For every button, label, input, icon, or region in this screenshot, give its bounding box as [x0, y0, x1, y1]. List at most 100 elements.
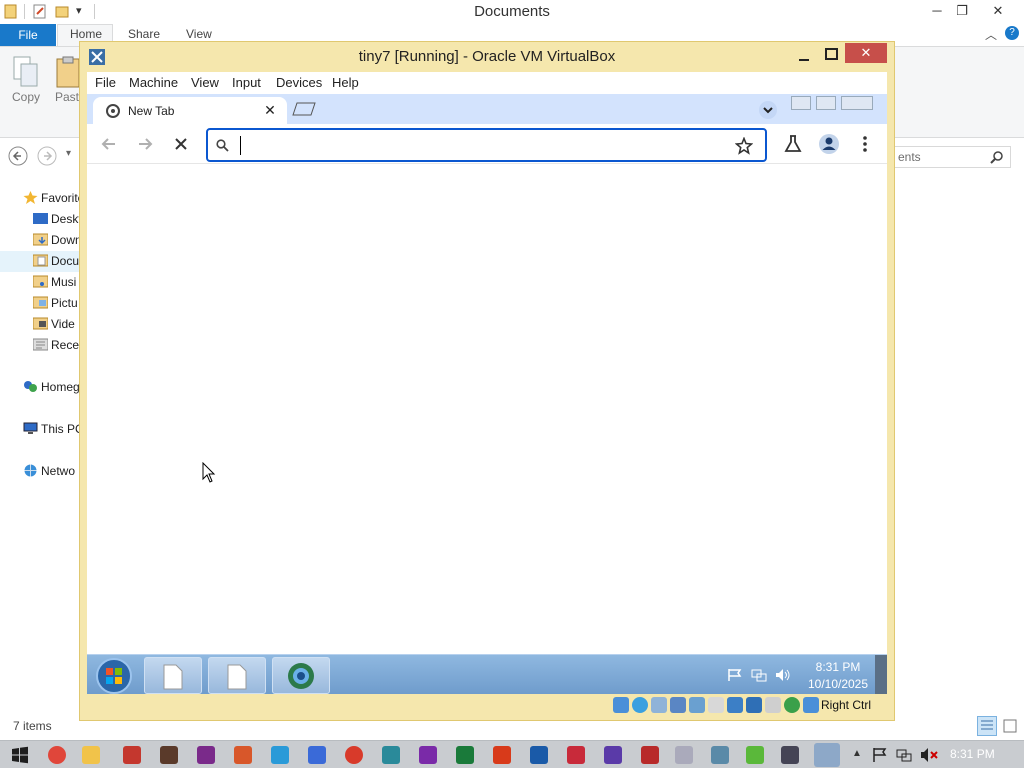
tab-view[interactable]: View	[186, 27, 212, 41]
app-taskbar-icon-4[interactable]	[308, 746, 326, 764]
hard-disk-icon[interactable]	[613, 697, 629, 713]
usb-icon[interactable]	[689, 697, 705, 713]
virtualbox-taskbar-icon[interactable]	[814, 743, 840, 767]
app-taskbar-icon-7[interactable]	[711, 746, 729, 764]
labs-flask-icon[interactable]	[782, 133, 804, 155]
guest-minimize-button[interactable]	[791, 96, 811, 110]
action-center-flag-icon[interactable]	[727, 668, 743, 682]
nav-item-videos[interactable]: Vide	[33, 314, 75, 335]
back-icon[interactable]	[8, 146, 28, 166]
guest-taskbar-item-document[interactable]	[144, 657, 202, 694]
guest-clock-date[interactable]: 10/10/2025	[803, 677, 873, 691]
browser-forward-icon[interactable]	[134, 133, 156, 155]
browser-menu-icon[interactable]	[854, 133, 876, 155]
app-taskbar-icon-8[interactable]	[746, 746, 764, 764]
app-taskbar-icon-5[interactable]	[493, 746, 511, 764]
large-icons-view-icon[interactable]	[1000, 716, 1020, 736]
show-desktop-button[interactable]	[875, 655, 887, 694]
search-icon[interactable]	[990, 150, 1004, 164]
tab-close-icon[interactable]: ✕	[261, 101, 279, 119]
menu-machine[interactable]: Machine	[129, 75, 178, 90]
new-tab-icon[interactable]	[291, 102, 317, 116]
bookmark-star-icon[interactable]	[735, 137, 753, 155]
mouse-integration-icon[interactable]	[803, 697, 819, 713]
xbox-taskbar-icon[interactable]	[456, 746, 474, 764]
vbox-minimize-button[interactable]	[795, 46, 815, 66]
recording-icon[interactable]	[746, 697, 762, 713]
volume-icon[interactable]	[775, 668, 791, 682]
vbox-close-button[interactable]: ✕	[845, 43, 887, 63]
onenote-taskbar-icon[interactable]	[419, 746, 437, 764]
vbox-maximize-button[interactable]	[822, 45, 842, 65]
close-button[interactable]: ✕	[981, 0, 1015, 22]
maximize-button[interactable]: ❐	[945, 0, 979, 22]
stop-loading-icon[interactable]	[170, 133, 192, 155]
forward-icon[interactable]	[37, 146, 57, 166]
host-key-indicator[interactable]: Right Ctrl	[821, 698, 871, 712]
nav-item-favorites[interactable]: Favorite	[23, 188, 84, 209]
host-clock[interactable]: 8:31 PM	[950, 747, 995, 761]
nav-item-homegroup[interactable]: Homeg	[24, 377, 80, 398]
menu-file[interactable]: File	[95, 75, 116, 90]
chrome-taskbar-icon[interactable]	[48, 746, 66, 764]
guest-screen[interactable]: New Tab ✕ 8:31 PM 10/10/2025	[87, 94, 887, 694]
recent-locations-icon[interactable]: ▾	[66, 148, 71, 159]
browser-tab[interactable]: New Tab ✕	[93, 97, 287, 125]
photos-taskbar-icon[interactable]	[382, 746, 400, 764]
trophy-taskbar-icon[interactable]	[197, 746, 215, 764]
network-tray-icon[interactable]	[896, 747, 912, 763]
volume-muted-icon[interactable]	[920, 747, 938, 763]
nav-item-network[interactable]: Netwo	[24, 461, 75, 482]
onedrive-taskbar-icon[interactable]	[530, 746, 548, 764]
display-icon[interactable]	[727, 697, 743, 713]
optical-drive-icon[interactable]	[632, 697, 648, 713]
app-taskbar-icon-3[interactable]	[234, 746, 252, 764]
guest-taskbar-item-document-2[interactable]	[208, 657, 266, 694]
app-taskbar-icon-9[interactable]	[781, 746, 799, 764]
show-hidden-icons-icon[interactable]: ▲	[852, 748, 862, 759]
file-explorer-taskbar-icon[interactable]	[82, 746, 100, 764]
browser-back-icon[interactable]	[98, 133, 120, 155]
network-tray-icon[interactable]	[751, 668, 767, 682]
windows7-start-button[interactable]	[93, 657, 135, 694]
nav-item-documents[interactable]: Docu	[33, 251, 79, 272]
nav-item-this-pc[interactable]: This PC	[23, 419, 84, 440]
guest-restore-button[interactable]	[816, 96, 836, 110]
copy-button-label[interactable]: Copy	[12, 90, 40, 104]
address-input[interactable]	[238, 135, 718, 155]
nav-item-music[interactable]: Musi	[33, 272, 76, 293]
tab-search-chevron-icon[interactable]	[759, 101, 777, 119]
help-icon[interactable]: ?	[1005, 26, 1019, 40]
guest-close-button[interactable]	[841, 96, 873, 110]
shared-folders-icon[interactable]	[708, 697, 724, 713]
video-taskbar-icon[interactable]	[641, 746, 659, 764]
browser-page-content[interactable]	[87, 165, 887, 655]
skype-taskbar-icon[interactable]	[271, 746, 289, 764]
app-taskbar-icon-6[interactable]	[675, 746, 693, 764]
cpu-icon[interactable]	[765, 697, 781, 713]
audio-icon[interactable]	[651, 697, 667, 713]
collapse-ribbon-icon[interactable]: ︿	[985, 26, 997, 43]
tab-home[interactable]: Home	[70, 27, 102, 41]
calendar-taskbar-icon[interactable]	[604, 746, 622, 764]
guest-taskbar-item-browser[interactable]	[272, 657, 330, 694]
menu-help[interactable]: Help	[332, 75, 359, 90]
nav-item-desktop[interactable]: Deskt	[33, 209, 82, 230]
app-taskbar-icon-1[interactable]	[123, 746, 141, 764]
menu-devices[interactable]: Devices	[276, 75, 322, 90]
action-center-flag-icon[interactable]	[872, 747, 888, 763]
network-adapter-icon[interactable]	[670, 697, 686, 713]
omnibox[interactable]	[206, 128, 767, 162]
profile-avatar-icon[interactable]	[818, 133, 840, 155]
nav-item-downloads[interactable]: Down	[33, 230, 82, 251]
help-taskbar-icon[interactable]	[345, 746, 363, 764]
menu-view[interactable]: View	[191, 75, 219, 90]
guest-clock-time[interactable]: 8:31 PM	[805, 660, 871, 674]
details-view-icon[interactable]	[977, 716, 997, 736]
nav-item-pictures[interactable]: Pictu	[33, 293, 78, 314]
tab-file[interactable]: File	[0, 24, 56, 46]
app-taskbar-icon-2[interactable]	[160, 746, 178, 764]
windows-start-icon[interactable]	[11, 746, 29, 764]
tab-share[interactable]: Share	[128, 27, 160, 41]
copy-icon[interactable]	[12, 55, 40, 89]
